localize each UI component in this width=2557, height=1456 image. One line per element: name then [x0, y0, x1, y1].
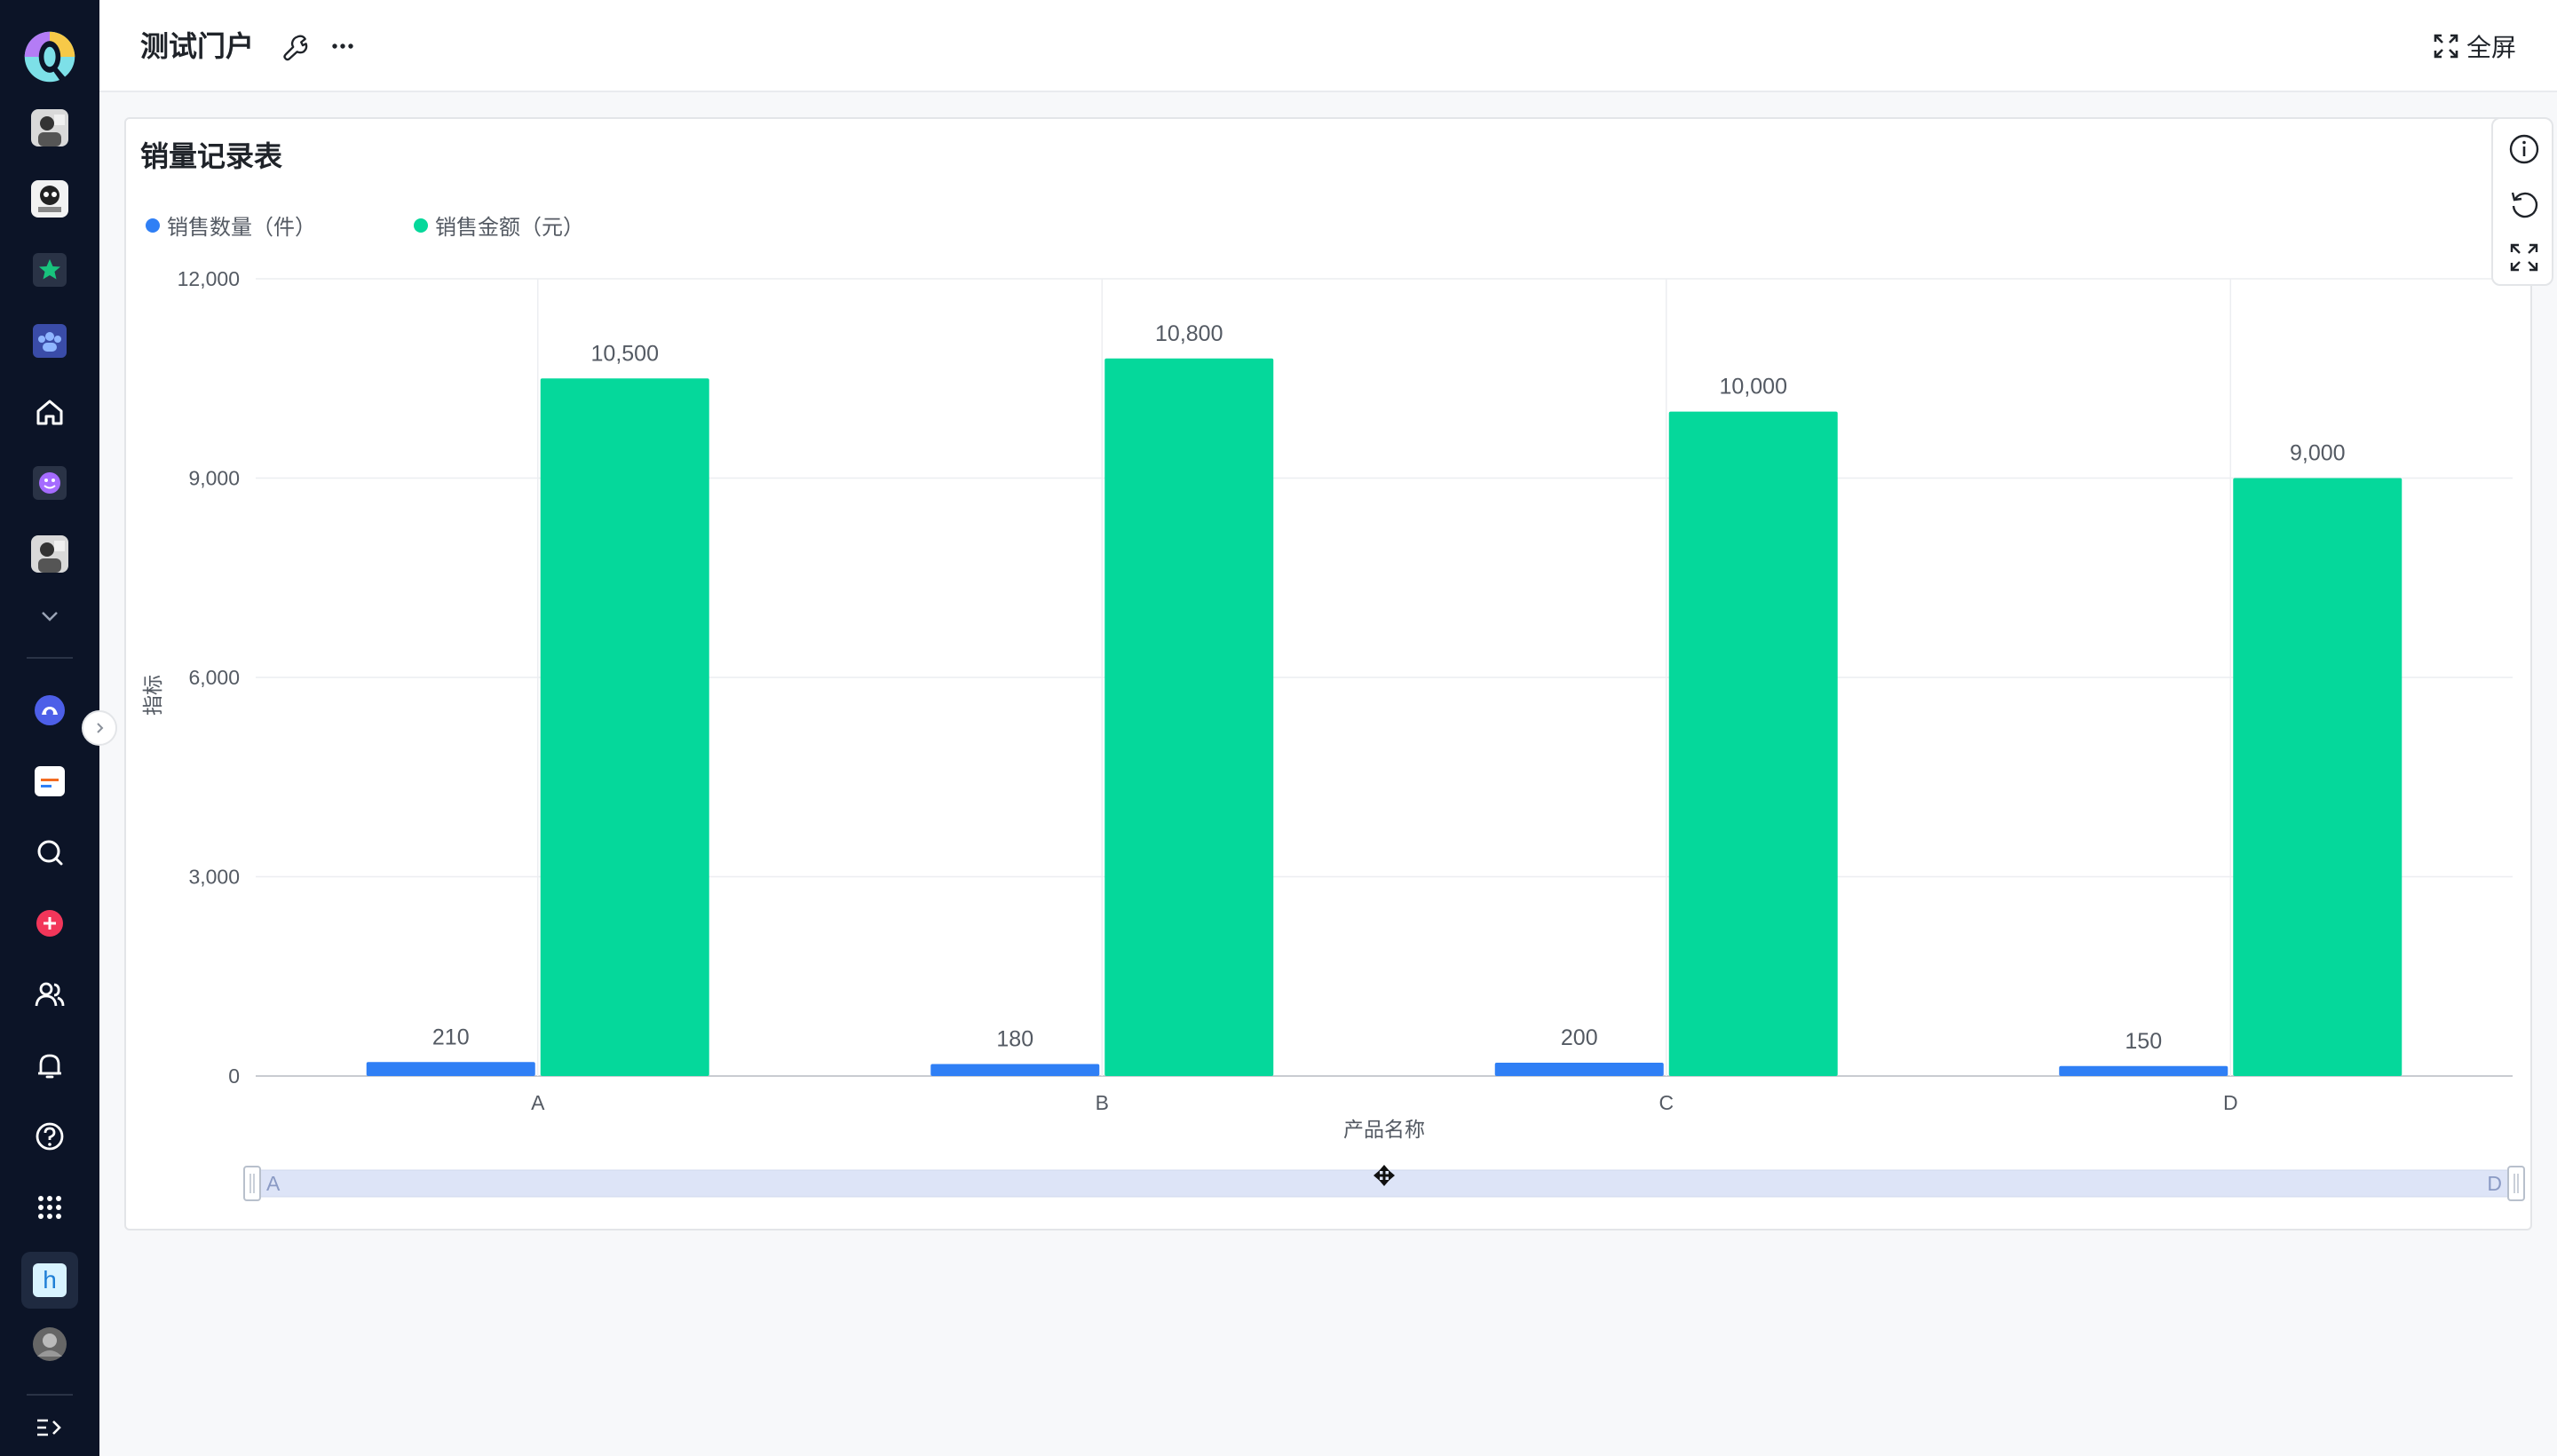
zoom-slider-start-label: A — [266, 1172, 281, 1195]
bar-A-series-1[interactable] — [366, 1062, 535, 1076]
card-toolbar — [2491, 117, 2553, 286]
more-horizontal-icon — [332, 44, 353, 49]
search-icon[interactable] — [28, 831, 71, 874]
bar-C-series-2[interactable] — [1668, 411, 1838, 1077]
refresh-button[interactable] — [2505, 185, 2544, 224]
sidebar-expand-toggle[interactable] — [82, 710, 117, 746]
bar-A-series-2[interactable] — [540, 378, 709, 1076]
sidebar-divider — [27, 1394, 73, 1396]
team-icon[interactable] — [28, 320, 71, 362]
fullscreen-icon — [2434, 34, 2458, 59]
fullscreen-button[interactable]: 全屏 — [2433, 27, 2516, 66]
chart-card: 销量记录表 销售数量（件） 销售金额（元） 0 3,000 6,000 9,000 12… — [124, 117, 2532, 1230]
zoom-slider-end-label: D — [2487, 1172, 2502, 1195]
x-tick-label: A — [531, 1091, 545, 1114]
bar-D-series-1[interactable] — [2059, 1065, 2228, 1076]
data-label: 10,800 — [1155, 321, 1223, 346]
more-button[interactable] — [325, 28, 360, 64]
x-tick-label: D — [2223, 1091, 2238, 1114]
home-icon[interactable] — [28, 391, 71, 433]
bar-chart: 0 3,000 6,000 9,000 12,000 210 10,500 A 180 10,80… — [142, 267, 2525, 1201]
fullscreen-label: 全屏 — [2466, 33, 2516, 62]
avatar-icon[interactable] — [28, 533, 71, 575]
wrench-icon — [283, 35, 308, 61]
data-label: 200 — [1561, 1025, 1598, 1050]
emoji-icon[interactable] — [28, 462, 71, 504]
bar-D-series-2[interactable] — [2233, 478, 2403, 1077]
data-label: 10,000 — [1720, 375, 1787, 400]
h-app-label: h — [33, 1263, 67, 1297]
data-label: 10,500 — [591, 341, 659, 366]
app-logo-icon[interactable] — [20, 27, 80, 87]
data-label: 9,000 — [2290, 441, 2346, 466]
zoom-slider-end-handle[interactable] — [2507, 1166, 2525, 1201]
bar-B-series-2[interactable] — [1104, 358, 1274, 1076]
settings-button[interactable] — [277, 28, 313, 64]
y-tick-label: 0 — [228, 1064, 240, 1088]
h-app-icon[interactable]: h — [21, 1252, 78, 1309]
bar-C-series-1[interactable] — [1494, 1063, 1664, 1076]
collapse-icon[interactable] — [28, 1406, 71, 1449]
data-label: 150 — [2125, 1029, 2162, 1054]
chevron-right-icon — [97, 723, 104, 733]
x-axis-title: 产品名称 — [1343, 1119, 1425, 1142]
avatar-icon[interactable] — [28, 178, 71, 220]
help-icon[interactable] — [28, 1115, 71, 1158]
data-label: 180 — [996, 1027, 1033, 1052]
avatar-icon[interactable] — [28, 107, 71, 149]
sidebar-divider — [27, 657, 73, 659]
expand-icon — [2510, 243, 2538, 272]
cloud-app-icon[interactable] — [28, 689, 71, 732]
plus-icon[interactable] — [28, 902, 71, 945]
y-axis-title: 指标 — [142, 675, 165, 716]
expand-button[interactable] — [2505, 238, 2544, 277]
y-tick-label: 3,000 — [188, 866, 240, 889]
x-tick-label: C — [1658, 1091, 1674, 1114]
data-label: 210 — [432, 1025, 470, 1049]
y-tick-label: 6,000 — [188, 666, 240, 689]
info-icon — [2509, 134, 2539, 164]
bell-icon[interactable] — [28, 1044, 71, 1087]
info-button[interactable] — [2505, 130, 2544, 169]
people-icon[interactable] — [28, 973, 71, 1016]
zoom-slider-start-handle[interactable] — [243, 1166, 261, 1201]
page-title: 测试门户 — [140, 29, 255, 63]
bar-B-series-1[interactable] — [930, 1064, 1100, 1076]
grid-icon[interactable] — [28, 1186, 71, 1229]
y-tick-label: 9,000 — [188, 467, 240, 490]
x-tick-label: B — [1096, 1091, 1109, 1114]
document-app-icon[interactable] — [28, 760, 71, 803]
avatar-icon[interactable] — [28, 1323, 71, 1365]
star-icon[interactable] — [28, 249, 71, 291]
y-tick-label: 12,000 — [178, 267, 240, 290]
chevron-down-icon[interactable] — [28, 595, 71, 637]
header: 测试门户 全屏 — [99, 0, 2557, 92]
refresh-icon — [2511, 192, 2538, 218]
